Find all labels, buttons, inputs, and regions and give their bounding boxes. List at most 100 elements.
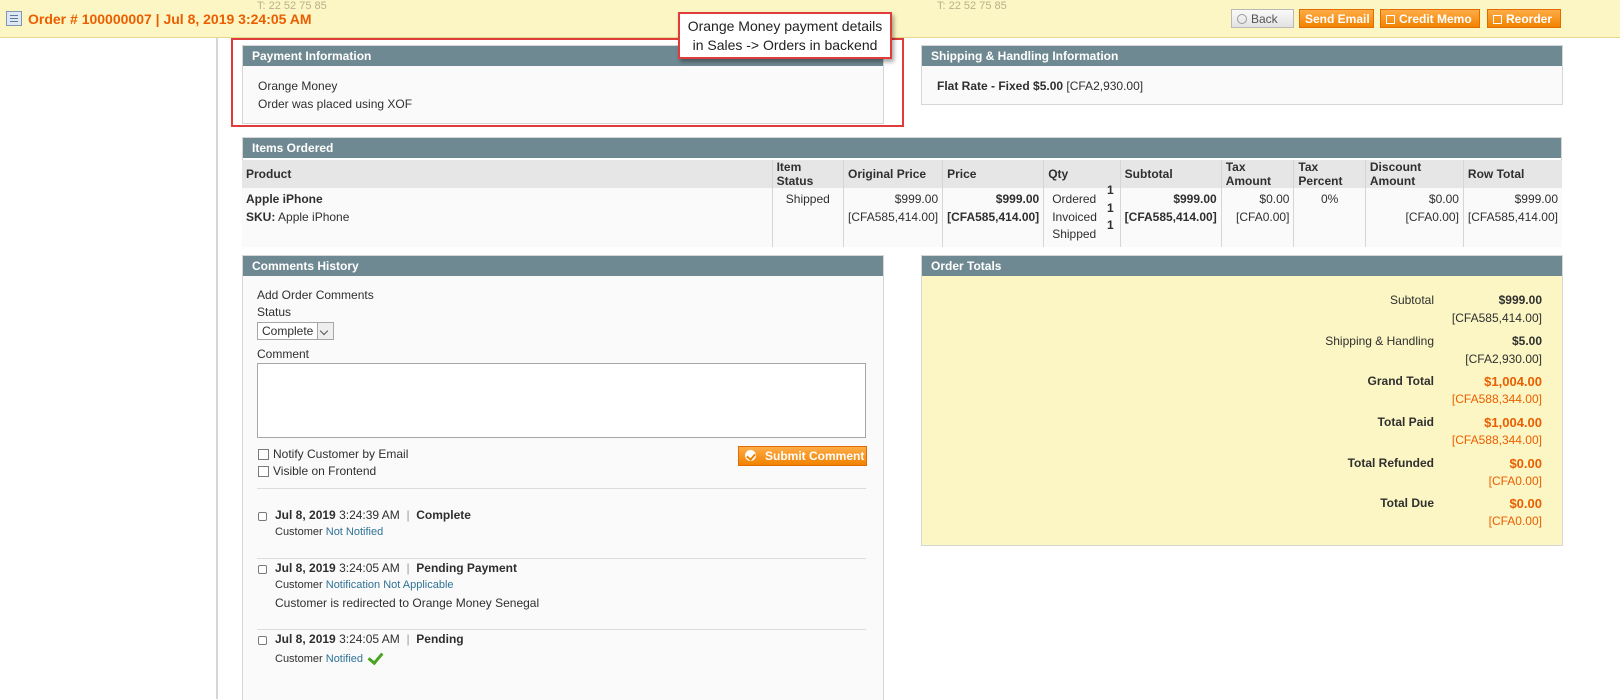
status-label: Status	[257, 305, 292, 319]
history-customer: Customer Not Notified	[275, 526, 383, 538]
history-entry-header: Jul 8, 2019 3:24:05 AM | Pending Payment	[275, 561, 517, 575]
customer-state: Notified	[325, 653, 364, 665]
col-item-status: Item Status	[772, 160, 845, 188]
product-name: Apple iPhone	[246, 192, 323, 206]
history-message: Customer is redirected to Orange Money S…	[275, 596, 540, 610]
subtotal: $999.00	[1173, 192, 1217, 206]
send-email-button[interactable]: Send Email	[1299, 9, 1374, 28]
sku-label: SKU:	[246, 209, 276, 224]
history-status: Pending	[416, 632, 464, 646]
order-totals-box: Order Totals Subtotal $999.00 [CFA585,41…	[921, 255, 1563, 546]
totals-cfa-grand-total: [CFA588,344.00]	[1451, 392, 1542, 406]
status-select[interactable]: Complete	[257, 322, 334, 340]
col-row-total: Row Total	[1463, 160, 1562, 188]
status-select-value: Complete	[262, 324, 314, 338]
totals-cfa-total-refunded: [CFA0.00]	[1488, 474, 1542, 488]
customer-state: Not Notified	[325, 526, 384, 538]
chevron-down-icon	[317, 323, 333, 339]
visible-frontend-label: Visible on Frontend	[273, 464, 377, 478]
notify-customer-label: Notify Customer by Email	[273, 447, 409, 461]
totals-label-shipping: Shipping & Handling	[1325, 334, 1434, 348]
shipping-information-box: Shipping & Handling Information Flat Rat…	[921, 45, 1563, 105]
shipping-information-heading: Shipping & Handling Information	[922, 46, 1562, 66]
callout-line-2: in Sales -> Orders in backend	[692, 37, 878, 53]
totals-cfa-total-paid: [CFA588,344.00]	[1451, 433, 1542, 447]
cell-price: $999.00 [CFA585,414.00]	[942, 188, 1045, 247]
qty-ordered-label: Ordered	[1052, 192, 1097, 206]
history-customer: Customer Notified	[275, 653, 363, 665]
history-time: 3:24:39 AM	[339, 508, 400, 522]
submit-comment-button[interactable]: Submit Comment	[738, 446, 867, 466]
discount: $0.00	[1428, 192, 1459, 206]
history-date: Jul 8, 2019	[275, 561, 336, 575]
price: $999.00	[995, 192, 1040, 206]
add-comments-label: Add Order Comments	[257, 288, 374, 302]
cell-item-status: Shipped	[772, 188, 845, 247]
history-time: 3:24:05 AM	[339, 561, 400, 575]
customer-label: Customer	[275, 526, 323, 538]
history-status: Complete	[416, 508, 471, 522]
divider	[257, 488, 866, 489]
visible-frontend-checkbox[interactable]	[258, 466, 269, 477]
history-entry-header: Jul 8, 2019 3:24:05 AM | Pending	[275, 632, 464, 646]
submit-comment-label: Submit Comment	[765, 449, 865, 463]
send-email-label: Send Email	[1305, 12, 1370, 26]
customer-label: Customer	[275, 579, 323, 591]
divider	[257, 629, 866, 630]
history-customer: Customer Notification Not Applicable	[275, 579, 454, 591]
history-date: Jul 8, 2019	[275, 508, 336, 522]
col-discount-amount: Discount Amount	[1365, 160, 1464, 188]
totals-value-total-paid: $1,004.00	[1484, 415, 1542, 430]
row-total-cfa: [CFA585,414.00]	[1467, 209, 1558, 224]
totals-value-shipping: $5.00	[1511, 334, 1542, 348]
col-product: Product	[242, 160, 773, 188]
qty-ordered-value: 1	[1107, 183, 1114, 197]
customer-label: Customer	[275, 653, 323, 665]
totals-label-total-refunded: Total Refunded	[1347, 456, 1434, 470]
tax-amount-cfa: [CFA0.00]	[1236, 209, 1290, 224]
callout-line-1: Orange Money payment details	[687, 18, 883, 34]
reorder-icon	[1493, 15, 1502, 24]
totals-value-total-refunded: $0.00	[1509, 456, 1542, 471]
totals-label-total-paid: Total Paid	[1377, 415, 1434, 429]
notify-customer-checkbox[interactable]	[258, 449, 269, 460]
order-icon	[6, 11, 22, 26]
qty-shipped-value: 1	[1107, 218, 1114, 232]
totals-value-subtotal: $999.00	[1498, 293, 1542, 307]
totals-value-total-due: $0.00	[1509, 496, 1542, 511]
divider	[257, 558, 866, 559]
history-entry-bullet	[258, 636, 267, 645]
cell-product: Apple iPhone SKU: Apple iPhone	[242, 188, 773, 247]
subtotal-cfa: [CFA585,414.00]	[1124, 209, 1217, 224]
ghost-phone-right: T: 22 52 75 85	[937, 0, 1007, 12]
reorder-button[interactable]: Reorder	[1487, 9, 1561, 28]
qty-invoiced-label: Invoiced	[1052, 209, 1097, 224]
comment-textarea[interactable]	[257, 363, 866, 438]
totals-cfa-subtotal: [CFA585,414.00]	[1451, 311, 1542, 325]
row-total: $999.00	[1514, 192, 1558, 206]
left-sidebar	[0, 38, 218, 699]
page-title: Order # 100000007 | Jul 8, 2019 3:24:05 …	[28, 11, 312, 27]
cell-subtotal: $999.00 [CFA585,414.00]	[1120, 188, 1222, 247]
back-button[interactable]: Back	[1231, 9, 1294, 28]
reorder-label: Reorder	[1506, 12, 1553, 26]
shipping-method: Flat Rate - Fixed $5.00	[937, 79, 1064, 93]
cell-row-total: $999.00 [CFA585,414.00]	[1463, 188, 1562, 247]
tax-amount: $0.00	[1259, 192, 1290, 206]
credit-memo-icon	[1386, 15, 1395, 24]
sku-value: Apple iPhone	[278, 209, 350, 224]
comments-history-heading: Comments History	[243, 256, 883, 276]
credit-memo-button[interactable]: Credit Memo	[1380, 9, 1480, 28]
items-ordered-heading: Items Ordered	[243, 138, 1561, 158]
discount-cfa: [CFA0.00]	[1405, 209, 1459, 224]
totals-cfa-total-due: [CFA0.00]	[1488, 514, 1542, 528]
callout-note: Orange Money payment details in Sales ->…	[678, 12, 892, 59]
cell-original-price: $999.00 [CFA585,414.00]	[843, 188, 944, 247]
credit-memo-label: Credit Memo	[1399, 12, 1472, 26]
history-time: 3:24:05 AM	[339, 632, 400, 646]
totals-value-grand-total: $1,004.00	[1484, 374, 1542, 389]
cell-discount: $0.00 [CFA0.00]	[1365, 188, 1464, 247]
col-price: Price	[942, 160, 1045, 188]
cell-tax-amount: $0.00 [CFA0.00]	[1221, 188, 1295, 247]
order-totals-heading: Order Totals	[922, 256, 1562, 276]
